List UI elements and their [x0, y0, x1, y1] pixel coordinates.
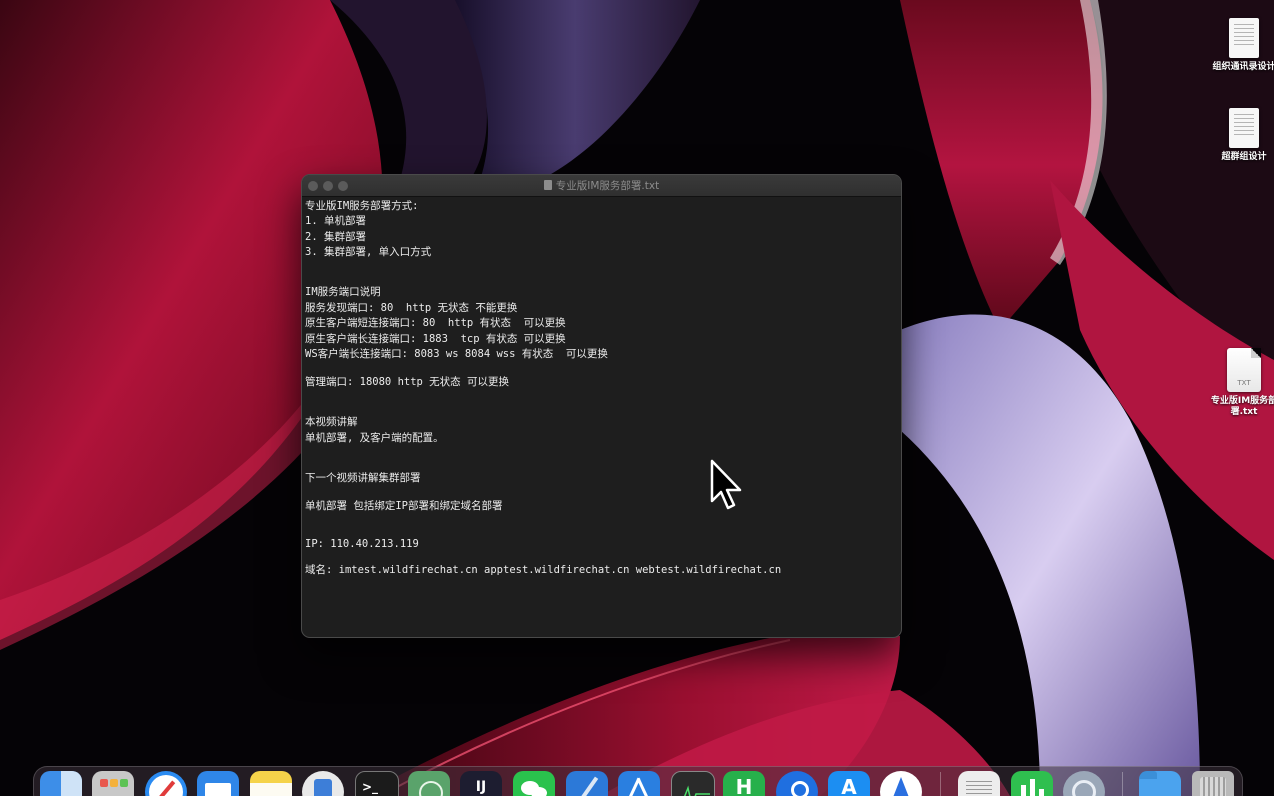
desktop-file-label-line2: 署.txt: [1230, 407, 1258, 417]
dock-hbuilder-icon[interactable]: H: [723, 771, 765, 796]
dock-textedit-icon[interactable]: [958, 771, 1000, 796]
desktop-file-supergroup[interactable]: 超群组设计: [1206, 108, 1274, 163]
dock-separator: [940, 772, 941, 796]
text-line: 原生客户端短连接端口: 80 http 有状态 可以更换: [305, 317, 566, 329]
intellij-glyph: IJ: [475, 779, 487, 795]
app-store-glyph: A: [841, 775, 857, 796]
dock-terminal-icon[interactable]: >_: [355, 771, 399, 796]
dock-numbers-icon[interactable]: [1011, 771, 1053, 796]
dock-launchpad-icon[interactable]: [92, 771, 134, 796]
text-line: 管理端口: 18080 http 无状态 可以更换: [305, 376, 510, 388]
dock-intellij-idea-icon[interactable]: IJ: [460, 771, 502, 796]
document-text-area[interactable]: 专业版IM服务部署方式: 1. 单机部署 2. 集群部署 3. 集群部署, 单入…: [305, 197, 895, 637]
dock-atom-icon[interactable]: [408, 771, 450, 796]
text-line: 下一个视频讲解集群部署: [305, 472, 421, 484]
desktop-file-label: 专业版IM服务部 署.txt: [1206, 396, 1274, 418]
text-line: 单机部署, 及客户端的配置。: [305, 432, 444, 444]
dock-direct-app-icon[interactable]: [880, 771, 922, 796]
hbuilder-glyph: H: [735, 775, 753, 796]
text-line: IP: 110.40.213.119: [305, 538, 419, 550]
window-title-text: 专业版IM服务部署.txt: [555, 180, 660, 192]
desktop-file-im-deploy-txt[interactable]: TXT 专业版IM服务部 署.txt: [1206, 348, 1274, 418]
text-line: 本视频讲解: [305, 416, 358, 428]
dock-wechat-icon[interactable]: [513, 771, 555, 796]
dock-separator: [1122, 772, 1123, 796]
desktop-file-label-line1: 专业版IM服务部: [1210, 396, 1274, 406]
dock-activity-monitor-icon[interactable]: [671, 771, 715, 796]
terminal-prompt-glyph: >_: [362, 780, 379, 794]
document-icon: [1229, 108, 1259, 148]
dock-finder-icon[interactable]: [40, 771, 82, 796]
text-line: WS客户端长连接端口: 8083 ws 8084 wss 有状态 可以更换: [305, 348, 608, 360]
text-line: 原生客户端长连接端口: 1883 tcp 有状态 可以更换: [305, 333, 566, 345]
dock-notes-icon[interactable]: [250, 771, 292, 796]
text-line: 单机部署 包括绑定IP部署和绑定域名部署: [305, 500, 503, 512]
window-titlebar[interactable]: 专业版IM服务部署.txt: [302, 175, 901, 197]
dock-mail-icon[interactable]: [197, 771, 239, 796]
dock-xcode-icon[interactable]: [566, 771, 608, 796]
desktop-file-label: 组织通讯录设计: [1212, 62, 1274, 72]
desktop-file-org-contacts[interactable]: 组织通讯录设计: [1206, 18, 1274, 73]
text-line: 2. 集群部署: [305, 231, 366, 243]
dock-app-developer-icon[interactable]: [618, 771, 660, 796]
text-line: 域名: imtest.wildfirechat.cn apptest.wildf…: [305, 564, 782, 576]
desktop-file-label: 超群组设计: [1221, 152, 1267, 162]
textedit-window[interactable]: 专业版IM服务部署.txt 专业版IM服务部署方式: 1. 单机部署 2. 集群…: [301, 174, 902, 638]
dock-downloads-folder-icon[interactable]: [1139, 771, 1181, 796]
document-icon: [1229, 18, 1259, 58]
mouse-pointer-icon: [710, 459, 742, 510]
txt-file-icon: TXT: [1227, 348, 1261, 392]
dock-trash-icon[interactable]: [1192, 771, 1234, 796]
text-line: 服务发现端口: 80 http 无状态 不能更换: [305, 302, 518, 314]
text-line: 专业版IM服务部署方式:: [305, 200, 419, 212]
text-line: 1. 单机部署: [305, 215, 366, 227]
dock-app-store-icon[interactable]: A: [828, 771, 870, 796]
file-extension-label: TXT: [1237, 379, 1251, 387]
text-line: IM服务端口说明: [305, 286, 381, 298]
window-title: 专业版IM服务部署.txt: [302, 178, 901, 193]
text-line: 3. 集群部署, 单入口方式: [305, 246, 432, 258]
document-icon: [543, 180, 552, 190]
